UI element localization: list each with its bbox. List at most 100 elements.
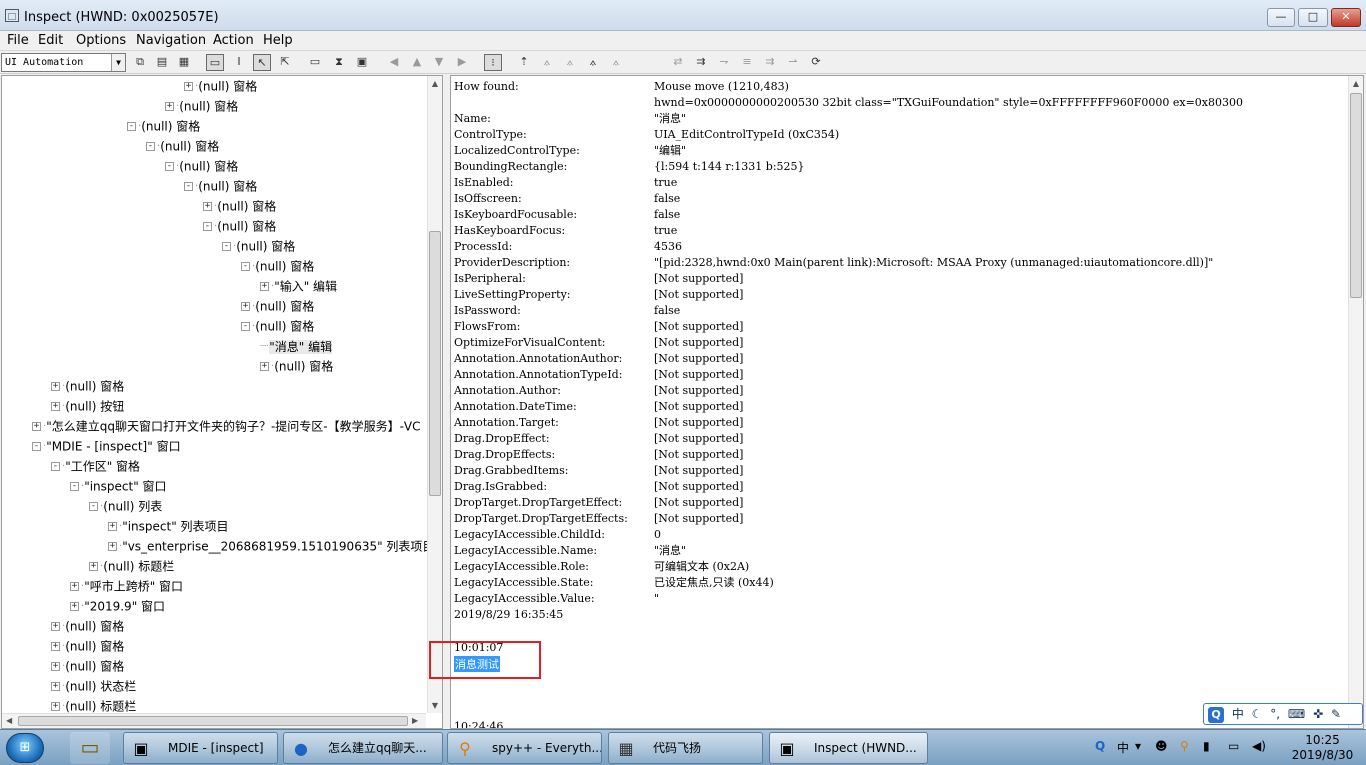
details-scroll-thumb[interactable] (1350, 93, 1362, 298)
expand-icon[interactable]: + (184, 82, 193, 91)
tray-search-icon[interactable]: ⚲ (1180, 739, 1189, 753)
tree-item[interactable]: - ·"工作区" 窗格 (51, 456, 140, 476)
clock[interactable]: 10:25 2019/8/30 (1285, 733, 1360, 763)
expand-icon[interactable]: + (89, 562, 98, 571)
tree-item[interactable]: - ·(null) 列表 (89, 496, 162, 516)
collapse-icon[interactable]: - (127, 122, 136, 131)
details-scroll-up-icon[interactable]: ▲ (1351, 79, 1361, 89)
expand-icon[interactable]: + (108, 542, 117, 551)
nav-up-icon[interactable]: ▲ (408, 54, 426, 71)
mode-select[interactable]: UI Automation ▼ (1, 53, 126, 72)
rectangle-icon[interactable]: ▭ (306, 54, 324, 71)
menu-action[interactable]: Action (213, 33, 254, 48)
menu-navigation[interactable]: Navigation (136, 33, 206, 48)
tree-item[interactable]: + ·"inspect" 列表项目 (108, 516, 229, 536)
expand-icon[interactable]: + (108, 522, 117, 531)
scroll-right-icon[interactable]: ▶ (412, 716, 418, 725)
maximize-button[interactable]: □ (1298, 8, 1328, 27)
punctuation-icon[interactable]: °, (1270, 704, 1280, 724)
toolbar-icon-f[interactable]: ⇀ (784, 54, 802, 71)
tree-item[interactable]: - ·(null) 窗格 (203, 216, 276, 236)
tree-item[interactable]: + ·"呼市上跨桥" 窗口 (70, 576, 183, 596)
tray-qq-icon[interactable]: ☻ (1155, 739, 1168, 753)
task-everything[interactable]: ⚲ spy++ - Everyth... (447, 732, 602, 764)
prev-sibling-icon[interactable]: ⟑ (584, 54, 602, 71)
tree-item[interactable]: + ·(null) 窗格 (203, 196, 276, 216)
scroll-up-icon[interactable]: ▲ (430, 79, 440, 89)
tree-item[interactable]: ┈·"消息" 编辑 (260, 336, 333, 356)
collapse-icon[interactable]: - (165, 162, 174, 171)
menu-options[interactable]: Options (76, 33, 126, 48)
tray-volume-icon[interactable]: ◀) (1252, 739, 1266, 753)
tray-ime-mode[interactable]: 中 (1117, 739, 1129, 756)
highlight-rect-icon[interactable]: ▭ (206, 54, 224, 71)
parent-icon[interactable]: ⇡ (515, 54, 533, 71)
collapse-icon[interactable]: - (70, 482, 79, 491)
tree-item[interactable]: + ·(null) 标题栏 (89, 556, 174, 576)
collapse-icon[interactable]: - (222, 242, 231, 251)
select-cursor-icon[interactable]: ↖ (253, 54, 271, 71)
tree-item[interactable]: - ·(null) 窗格 (222, 236, 295, 256)
first-child-icon[interactable]: ⟑ (538, 54, 556, 71)
tray-network-icon[interactable]: ▭ (1228, 739, 1239, 753)
task-inspect[interactable]: ▣ Inspect (HWND... (769, 732, 928, 764)
text-box-icon[interactable]: ▣ (353, 54, 371, 71)
expand-icon[interactable]: + (51, 642, 60, 651)
toolbox-icon[interactable]: ✜ (1313, 704, 1323, 724)
tree-item[interactable]: + ·(null) 窗格 (260, 356, 333, 376)
expand-icon[interactable]: + (70, 582, 79, 591)
ime-toolbar[interactable]: Q 中 ☾ °, ⌨ ✜ ✎ (1203, 703, 1363, 725)
tree-item[interactable]: - ·(null) 窗格 (241, 316, 314, 336)
expand-icon[interactable]: + (260, 362, 269, 371)
tree-item[interactable]: + ·(null) 状态栏 (51, 676, 136, 696)
tree-item[interactable]: - ·"inspect" 窗口 (70, 476, 167, 496)
chevron-down-icon[interactable]: ▼ (111, 54, 125, 71)
element-tree[interactable]: + ·(null) 窗格 + ·(null) 窗格 - ·(null) 窗格 - ·(null… (1, 75, 443, 729)
hscroll-thumb[interactable] (18, 716, 408, 726)
menu-help[interactable]: Help (263, 33, 293, 48)
tree-item[interactable]: + ·(null) 窗格 (51, 656, 124, 676)
toolbar-icon-c[interactable]: ⇁ (715, 54, 733, 71)
tree-item[interactable]: + ·"vs_enterprise__2068681959.1510190635"… (108, 536, 434, 556)
tree-item[interactable]: - ·(null) 窗格 (127, 116, 200, 136)
expand-icon[interactable]: + (51, 402, 60, 411)
tree-item[interactable]: - ·"MDIE - [inspect]" 窗口 (32, 436, 181, 456)
expand-icon[interactable]: + (70, 602, 79, 611)
tree-item[interactable]: + ·(null) 窗格 (241, 296, 314, 316)
collapse-icon[interactable]: - (146, 142, 155, 151)
refresh-icon[interactable]: ⟳ (807, 54, 825, 71)
moon-icon[interactable]: ☾ (1252, 704, 1263, 724)
tree-item[interactable]: + ·(null) 窗格 (51, 636, 124, 656)
tree-item[interactable]: + ·(null) 按钮 (51, 396, 124, 416)
tree-item[interactable]: - ·(null) 窗格 (184, 176, 257, 196)
explorer-icon[interactable]: ▭ (70, 732, 110, 764)
hover-icon[interactable]: ⇱ (276, 54, 294, 71)
collapse-icon[interactable]: - (184, 182, 193, 191)
scroll-thumb[interactable] (429, 231, 441, 496)
title-bar[interactable]: Inspect (HWND: 0x0025057E) — □ ✕ (0, 0, 1366, 31)
collapse-icon[interactable]: - (89, 502, 98, 511)
expand-icon[interactable]: + (260, 282, 269, 291)
settings-wrench-icon[interactable]: ✎ (1331, 704, 1341, 724)
collapse-icon[interactable]: - (51, 462, 60, 471)
task-browser[interactable]: ● 怎么建立qq聊天... (283, 732, 443, 764)
scroll-down-icon[interactable]: ▼ (430, 701, 440, 711)
start-button[interactable]: ⊞ (6, 733, 44, 763)
tree-item[interactable]: - ·(null) 窗格 (146, 136, 219, 156)
details-vertical-scrollbar[interactable]: ▲ (1348, 76, 1363, 728)
menu-edit[interactable]: Edit (38, 33, 63, 48)
tray-device-icon[interactable]: ▮ (1203, 739, 1210, 753)
task-mdie[interactable]: ▣ MDIE - [inspect] (123, 732, 278, 764)
nav-back-icon[interactable]: ◀ (385, 54, 403, 71)
expand-icon[interactable]: + (165, 102, 174, 111)
minimize-button[interactable]: — (1267, 8, 1295, 27)
tree-item[interactable]: + ·"2019.9" 窗口 (70, 596, 165, 616)
tree-item[interactable]: - ·(null) 窗格 (165, 156, 238, 176)
collapse-icon[interactable]: - (203, 222, 212, 231)
tree-item[interactable]: + ·(null) 窗格 (51, 616, 124, 636)
expand-icon[interactable]: + (51, 662, 60, 671)
caret-icon[interactable]: I (230, 54, 248, 71)
collapse-icon[interactable]: - (32, 442, 41, 451)
toolbar-icon-a[interactable]: ⇄ (669, 54, 687, 71)
tree-item[interactable]: + ·(null) 窗格 (165, 96, 238, 116)
